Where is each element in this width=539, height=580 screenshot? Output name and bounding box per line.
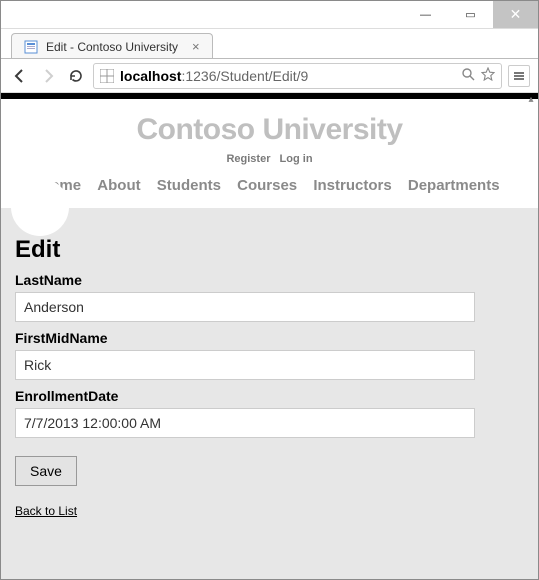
login-link[interactable]: Log in bbox=[280, 153, 313, 165]
tab-strip: Edit - Contoso University × bbox=[1, 29, 538, 59]
window-titlebar: — ▭ ✕ bbox=[1, 1, 538, 29]
address-url: localhost:1236/Student/Edit/9 bbox=[120, 68, 308, 84]
back-to-list-link[interactable]: Back to List bbox=[15, 504, 77, 518]
search-icon[interactable] bbox=[461, 67, 475, 84]
star-icon[interactable] bbox=[481, 67, 495, 84]
window-close-button[interactable]: ✕ bbox=[493, 1, 538, 28]
tab-title: Edit - Contoso University bbox=[46, 40, 178, 54]
window-maximize-button[interactable]: ▭ bbox=[448, 1, 493, 28]
minimize-icon: — bbox=[420, 9, 431, 21]
back-button[interactable] bbox=[9, 65, 31, 87]
reload-button[interactable] bbox=[65, 65, 87, 87]
reload-icon bbox=[68, 68, 84, 84]
page-viewport[interactable]: ▴ ▾ Contoso University Register Log in H… bbox=[1, 93, 538, 579]
lastname-input[interactable] bbox=[15, 292, 475, 322]
browser-menu-button[interactable] bbox=[508, 65, 530, 87]
firstmidname-label: FirstMidName bbox=[15, 330, 524, 346]
address-bar[interactable]: localhost:1236/Student/Edit/9 bbox=[93, 63, 502, 89]
nav-departments[interactable]: Departments bbox=[408, 177, 500, 194]
nav-about[interactable]: About bbox=[97, 177, 140, 194]
globe-icon bbox=[100, 69, 114, 83]
enrollmentdate-input[interactable] bbox=[15, 408, 475, 438]
browser-tab[interactable]: Edit - Contoso University × bbox=[11, 33, 213, 59]
main-nav: Home About Students Courses Instructors … bbox=[1, 177, 538, 202]
hamburger-icon bbox=[512, 69, 526, 83]
scroll-up-icon[interactable]: ▴ bbox=[526, 93, 536, 105]
enrollmentdate-label: EnrollmentDate bbox=[15, 388, 524, 404]
nav-courses[interactable]: Courses bbox=[237, 177, 297, 194]
window-minimize-button[interactable]: — bbox=[403, 1, 448, 28]
nav-instructors[interactable]: Instructors bbox=[313, 177, 391, 194]
tab-close-icon[interactable]: × bbox=[192, 39, 200, 54]
form-area: Edit LastName FirstMidName EnrollmentDat… bbox=[1, 208, 538, 579]
save-button[interactable]: Save bbox=[15, 456, 77, 486]
maximize-icon: ▭ bbox=[465, 8, 475, 21]
arrow-left-icon bbox=[12, 68, 28, 84]
nav-students[interactable]: Students bbox=[157, 177, 221, 194]
site-title: Contoso University bbox=[1, 113, 538, 147]
auth-links: Register Log in bbox=[1, 153, 538, 165]
firstmidname-input[interactable] bbox=[15, 350, 475, 380]
page-content: Contoso University Register Log in Home … bbox=[1, 99, 538, 579]
browser-window: — ▭ ✕ Edit - Contoso University × localh… bbox=[0, 0, 539, 580]
arrow-right-icon bbox=[40, 68, 56, 84]
favicon-icon bbox=[24, 40, 38, 54]
register-link[interactable]: Register bbox=[226, 153, 270, 165]
close-icon: ✕ bbox=[510, 6, 522, 23]
page-heading: Edit bbox=[15, 236, 524, 264]
forward-button[interactable] bbox=[37, 65, 59, 87]
masthead: Contoso University Register Log in Home … bbox=[1, 99, 538, 208]
lastname-label: LastName bbox=[15, 272, 524, 288]
browser-toolbar: localhost:1236/Student/Edit/9 bbox=[1, 59, 538, 93]
decorative-notch bbox=[11, 178, 69, 236]
